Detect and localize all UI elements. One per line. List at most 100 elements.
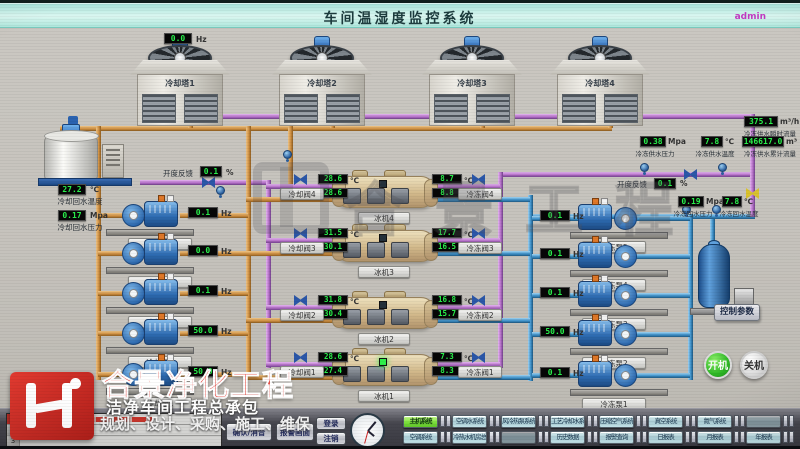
- logout-button[interactable]: 注销: [316, 432, 346, 445]
- pump-status-indicator: [158, 273, 165, 280]
- pump-volute-icon: [122, 322, 145, 345]
- nav-heat-pump-system[interactable]: 风冷热泵系统: [501, 415, 536, 428]
- pump-volute-icon: [614, 284, 637, 307]
- nav-compressed-air-system[interactable]: 压缩空气系统: [599, 415, 634, 428]
- unit-label: Hz: [221, 327, 232, 336]
- unit-label: Hz: [573, 212, 584, 221]
- bypass-valve-icon[interactable]: [202, 177, 215, 188]
- nav-ac-water-system[interactable]: 空调水系统: [452, 415, 487, 428]
- cooling-valve-icon[interactable]: [294, 174, 307, 185]
- tower-louver: [562, 94, 596, 123]
- cooling-valve-label: 冷却阀1: [280, 366, 324, 378]
- nav-indicator: [489, 431, 494, 443]
- cooling-tower-3[interactable]: 冷却塔3: [422, 36, 522, 130]
- pump-volute-icon: [614, 245, 637, 268]
- pump-status-indicator: [167, 354, 174, 361]
- valve-feedback-label: 开度反馈: [158, 168, 198, 179]
- tower-louver: [604, 94, 638, 123]
- chilled-valve-icon[interactable]: [472, 174, 485, 185]
- tower-label: 冷却塔1: [137, 78, 223, 89]
- cooling-tower-2[interactable]: 冷却塔2: [272, 36, 372, 130]
- chilled-valve-icon[interactable]: [472, 352, 485, 363]
- chilled-supply-pressure-display: 0.38: [640, 136, 666, 147]
- cooling-valve-icon[interactable]: [294, 295, 307, 306]
- unit-label: m³: [786, 137, 797, 146]
- nav-unused-button[interactable]: [501, 431, 536, 444]
- nav-yearly-report[interactable]: 年报表: [746, 431, 781, 444]
- pump-status-indicator: [158, 195, 165, 202]
- tower-louver: [142, 94, 176, 123]
- nav-unused-button[interactable]: [746, 415, 781, 428]
- pump-speed-display: 0.1: [188, 207, 218, 218]
- nav-indicator: [783, 431, 788, 443]
- chiller-1[interactable]: 28.6 27.4 ℃ 7.3 8.3 ℃ 冷却阀1 冷冻阀1 冰机1: [280, 346, 520, 404]
- compressor-icon: [391, 366, 409, 382]
- control-params-button[interactable]: 控制参数: [714, 304, 760, 321]
- unit-label: Hz: [221, 368, 232, 377]
- sensor-icon: [283, 150, 292, 159]
- nav-monthly-report[interactable]: 月报表: [697, 431, 732, 444]
- chiller-3[interactable]: 31.5 30.1 ℃ 17.7 16.5 ℃ 冷却阀3 冷冻阀3 冰机3: [280, 222, 520, 280]
- cooling-valve-icon[interactable]: [294, 352, 307, 363]
- nav-plant-overview[interactable]: 冷热水机房总览: [452, 431, 487, 444]
- cooling-return-pressure-display: 0.17: [58, 210, 86, 221]
- run-status-led: [379, 234, 387, 242]
- nav-ac-system[interactable]: 空调系统: [403, 431, 438, 444]
- compressor-icon: [391, 242, 409, 258]
- nav-indicator: [593, 415, 598, 427]
- cooling-pump-1[interactable]: 50.0 Hz 冷却泵1: [100, 356, 250, 406]
- cooling-valve-label: 冷却阀4: [280, 188, 324, 200]
- cooling-tower-4[interactable]: 冷却塔4: [550, 36, 650, 130]
- chilled-valve-icon[interactable]: [472, 228, 485, 239]
- alarm-row-number: 1: [7, 414, 20, 424]
- nav-indicator: [495, 415, 500, 427]
- pump-status-indicator: [592, 314, 599, 321]
- nav-daily-report[interactable]: 日报表: [648, 431, 683, 444]
- chilled-valve-icon[interactable]: [472, 295, 485, 306]
- chiller-2[interactable]: 31.8 30.4 ℃ 16.8 15.7 ℃ 冷却阀2 冷冻阀2 冰机2: [280, 289, 520, 347]
- chilled-valve-label: 冷冻阀2: [458, 309, 502, 321]
- nav-vacuum-system[interactable]: 真空系统: [648, 415, 683, 428]
- pump-status-indicator: [158, 233, 165, 240]
- stop-button[interactable]: 关机: [740, 351, 768, 379]
- chiller-4[interactable]: 28.6 28.6 ℃ 8.7 8.8 ℃ 冷却阀4 冷冻阀4 冰机4: [280, 168, 520, 226]
- tower-louver: [326, 94, 360, 123]
- compressor-icon: [367, 309, 385, 325]
- nav-indicator: [642, 431, 647, 443]
- alarm-row[interactable]: 1: [7, 414, 221, 425]
- analog-clock: [350, 413, 385, 448]
- pipe-segment: [266, 180, 271, 368]
- pump-motor-icon: [144, 239, 178, 265]
- chiller-label: 冰机1: [358, 390, 410, 402]
- nav-indicator: [740, 431, 745, 443]
- pump-volute-icon: [122, 363, 145, 386]
- tower-fan-speed-display: 0.0: [164, 33, 192, 44]
- alarm-screen-button[interactable]: 报警画面: [276, 423, 314, 441]
- pump-status-indicator: [158, 313, 165, 320]
- pump-speed-display: 0.1: [540, 248, 570, 259]
- nav-process-cooling-system[interactable]: 工艺冷却水系统: [550, 415, 585, 428]
- nav-alarm-query[interactable]: 报警查询: [599, 431, 634, 444]
- pump-base: [106, 347, 194, 354]
- pump-speed-display: 0.0: [188, 245, 218, 256]
- pump-speed-display: 50.0: [540, 326, 570, 337]
- chilled-pump-1[interactable]: 0.1 Hz 冷冻泵1: [540, 357, 690, 407]
- chilled-return-pressure-display: 0.19: [678, 196, 704, 207]
- nav-indicator: [440, 431, 445, 443]
- water-treatment-tank[interactable]: [36, 116, 136, 192]
- nav-history-data[interactable]: 历史数据: [550, 431, 585, 444]
- pump-gauge-icon: [129, 211, 138, 220]
- alarm-ack-button[interactable]: 确认/消音: [226, 423, 272, 441]
- cooling-tower-1[interactable]: 冷却塔1: [130, 36, 230, 130]
- nav-main-system[interactable]: 主机系统: [403, 415, 438, 428]
- pump-gauge-icon: [621, 252, 630, 261]
- alarm-row[interactable]: 2: [7, 425, 221, 436]
- login-button[interactable]: 登录: [316, 417, 346, 430]
- tank-body: [44, 134, 98, 180]
- nav-nitrogen-system[interactable]: 氮气系统: [697, 415, 732, 428]
- pump-volute-icon: [122, 242, 145, 265]
- cooling-valve-icon[interactable]: [294, 228, 307, 239]
- start-button[interactable]: 开机: [704, 351, 732, 379]
- alarm-row-number: 2: [7, 425, 20, 435]
- pump-base: [106, 388, 194, 395]
